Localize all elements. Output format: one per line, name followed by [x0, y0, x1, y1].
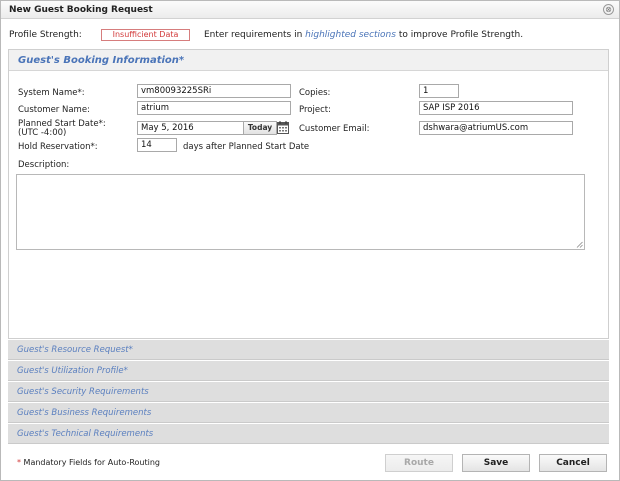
hint-text-before: Enter requirements in	[204, 30, 306, 40]
profile-strength-label: Profile Strength:	[9, 30, 82, 40]
hint-text-after: to improve Profile Strength.	[395, 30, 524, 40]
planned-start-date-input[interactable]: May 5, 2016	[137, 121, 245, 135]
section-resource-request[interactable]: Guest's Resource Request*	[8, 340, 609, 360]
system-name-label: System Name*:	[18, 88, 85, 98]
section-security-requirements[interactable]: Guest's Security Requirements	[8, 382, 609, 402]
route-button[interactable]: Route	[385, 454, 453, 472]
today-button[interactable]: Today	[243, 121, 277, 135]
copies-input[interactable]: 1	[419, 84, 459, 98]
description-textarea[interactable]	[16, 174, 585, 250]
section-resource-request-label: Guest's Resource Request*	[17, 345, 133, 355]
title-bar: New Guest Booking Request ⊗	[1, 1, 619, 19]
hold-reservation-input[interactable]: 14	[137, 138, 177, 152]
hold-reservation-suffix: days after Planned Start Date	[183, 142, 310, 152]
section-security-requirements-label: Guest's Security Requirements	[17, 387, 149, 397]
section-business-requirements[interactable]: Guest's Business Requirements	[8, 403, 609, 423]
customer-email-label: Customer Email:	[299, 124, 370, 134]
project-label: Project:	[299, 105, 331, 115]
hint-highlight-text: highlighted sections	[305, 30, 396, 40]
cancel-button[interactable]: Cancel	[539, 454, 607, 472]
profile-strength-badge: Insufficient Data	[101, 29, 190, 41]
dialog-title: New Guest Booking Request	[9, 5, 153, 15]
booking-information-panel: Guest's Booking Information* System Name…	[8, 49, 609, 339]
section-utilization-profile[interactable]: Guest's Utilization Profile*	[8, 361, 609, 381]
calendar-icon[interactable]	[277, 121, 289, 134]
booking-dialog: New Guest Booking Request ⊗ Profile Stre…	[0, 0, 620, 481]
customer-name-label: Customer Name:	[18, 105, 90, 115]
mandatory-fields-note: * Mandatory Fields for Auto-Routing	[17, 458, 160, 467]
save-button[interactable]: Save	[462, 454, 530, 472]
planned-start-date-timezone: (UTC -4:00)	[18, 128, 67, 138]
customer-name-input[interactable]: atrium	[137, 101, 291, 115]
section-utilization-profile-label: Guest's Utilization Profile*	[17, 366, 128, 376]
booking-information-header[interactable]: Guest's Booking Information*	[9, 50, 608, 71]
description-label: Description:	[18, 160, 70, 170]
system-name-input[interactable]: vm80093225SRi	[137, 84, 291, 98]
customer-email-input[interactable]: dshwara@atriumUS.com	[419, 121, 573, 135]
hold-reservation-label: Hold Reservation*:	[18, 142, 98, 152]
section-technical-requirements[interactable]: Guest's Technical Requirements	[8, 424, 609, 444]
booking-information-title: Guest's Booking Information*	[18, 55, 185, 66]
resize-grip-icon[interactable]	[576, 241, 583, 248]
section-technical-requirements-label: Guest's Technical Requirements	[17, 429, 154, 439]
copies-label: Copies:	[299, 88, 331, 98]
profile-strength-hint: Enter requirements in highlighted sectio…	[204, 30, 523, 40]
section-business-requirements-label: Guest's Business Requirements	[17, 408, 152, 418]
project-input[interactable]: SAP ISP 2016	[419, 101, 573, 115]
close-icon[interactable]: ⊗	[603, 4, 614, 15]
mandatory-note-text: Mandatory Fields for Auto-Routing	[21, 458, 160, 467]
